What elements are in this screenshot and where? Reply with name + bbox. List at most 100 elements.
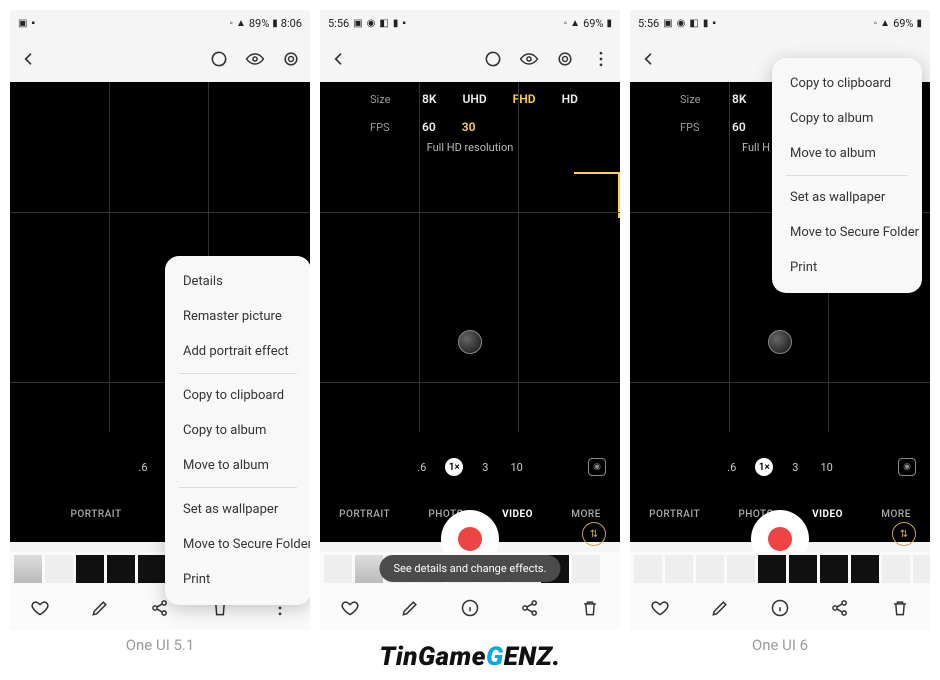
status-bar: ▣ ▪ ◦ ▲ 89% ▮ 8:06 (10, 10, 310, 36)
fps-60[interactable]: 60 (732, 120, 746, 134)
wifi-icon: ◦ (874, 18, 878, 29)
menu-secure-folder[interactable]: Move to Secure Folder (165, 527, 310, 562)
menu-copy-clipboard[interactable]: Copy to clipboard (165, 378, 310, 413)
thumbnail[interactable] (789, 555, 817, 583)
menu-move-album[interactable]: Move to album (772, 136, 922, 171)
menu-copy-album[interactable]: Copy to album (772, 101, 922, 136)
menu-details[interactable]: Details (165, 264, 310, 299)
app-icon: ◧ (689, 18, 698, 29)
mode-portrait[interactable]: PORTRAIT (71, 509, 122, 520)
menu-copy-album[interactable]: Copy to album (165, 413, 310, 448)
overflow-menu: Copy to clipboard Copy to album Move to … (772, 58, 922, 293)
thumbnail[interactable] (820, 555, 848, 583)
thumbnail[interactable] (45, 555, 73, 583)
heart-icon[interactable] (339, 597, 361, 619)
eye-icon[interactable] (518, 48, 540, 70)
focus-icon (768, 330, 792, 354)
back-icon[interactable] (18, 48, 40, 70)
battery-icon: ▮ (606, 18, 612, 29)
menu-portrait-effect[interactable]: Add portrait effect (165, 334, 310, 369)
switch-camera-icon[interactable]: ⇅ (892, 522, 916, 546)
spiral-icon[interactable] (280, 48, 302, 70)
heart-icon[interactable] (29, 597, 51, 619)
remaster-icon[interactable] (208, 48, 230, 70)
thumbnail[interactable] (14, 555, 42, 583)
focus-box-icon[interactable]: ◉ (588, 458, 606, 476)
size-uhd[interactable]: UHD (462, 92, 486, 106)
mode-video[interactable]: VIDEO (812, 509, 843, 520)
thumbnail[interactable] (572, 555, 600, 583)
zoom-1x[interactable]: 1× (755, 458, 773, 476)
signal-icon: ▲ (236, 18, 246, 29)
thumbnail[interactable] (851, 555, 879, 583)
back-icon[interactable] (328, 48, 350, 70)
focus-box-icon[interactable]: ◉ (898, 458, 916, 476)
clock-text: 5:56 (328, 17, 349, 30)
thumbnail[interactable] (665, 555, 693, 583)
size-8k[interactable]: 8K (422, 92, 436, 106)
menu-print[interactable]: Print (772, 250, 922, 285)
size-hd[interactable]: HD (562, 92, 578, 106)
zoom-10[interactable]: 10 (817, 459, 835, 476)
mode-portrait[interactable]: PORTRAIT (339, 509, 390, 520)
phone-one-ui-6: 5:56 ▣ ◉ ◧ ▮ ▪ ◦ ▲ 69% ▮ Size 8K (630, 10, 930, 630)
mode-more[interactable]: MORE (881, 509, 911, 520)
menu-wallpaper[interactable]: Set as wallpaper (772, 180, 922, 215)
fps-30[interactable]: 30 (462, 120, 476, 134)
thumbnail-strip[interactable] (630, 552, 930, 586)
edit-icon[interactable] (709, 597, 731, 619)
spiral-icon[interactable] (554, 48, 576, 70)
menu-copy-clipboard[interactable]: Copy to clipboard (772, 66, 922, 101)
menu-move-album[interactable]: Move to album (165, 448, 310, 483)
back-icon[interactable] (638, 48, 660, 70)
thumbnail[interactable] (76, 555, 104, 583)
share-icon[interactable] (829, 597, 851, 619)
size-fhd[interactable]: FHD (513, 92, 536, 106)
fps-60[interactable]: 60 (422, 120, 436, 134)
bottom-toolbar (630, 586, 930, 630)
menu-remaster[interactable]: Remaster picture (165, 299, 310, 334)
app-icon: ▪ (31, 18, 35, 29)
heart-icon[interactable] (649, 597, 671, 619)
more-icon[interactable] (590, 48, 612, 70)
thumbnail[interactable] (913, 555, 930, 583)
thumbnail[interactable] (634, 555, 662, 583)
thumbnail[interactable] (727, 555, 755, 583)
thumbnail[interactable] (696, 555, 724, 583)
resolution-text: Full HD resolution (320, 141, 620, 154)
zoom-1x[interactable]: 1× (445, 458, 463, 476)
mode-portrait[interactable]: PORTRAIT (649, 509, 700, 520)
switch-camera-icon[interactable]: ⇅ (582, 522, 606, 546)
zoom-06[interactable]: .6 (414, 459, 429, 476)
thumbnail[interactable] (138, 555, 166, 583)
zoom-10[interactable]: 10 (507, 459, 525, 476)
menu-wallpaper[interactable]: Set as wallpaper (165, 492, 310, 527)
menu-secure-folder[interactable]: Move to Secure Folder (772, 215, 922, 250)
zoom-06[interactable]: .6 (135, 459, 150, 476)
thumbnail[interactable] (107, 555, 135, 583)
menu-print[interactable]: Print (165, 562, 310, 597)
mode-more[interactable]: MORE (571, 509, 601, 520)
mode-video[interactable]: VIDEO (502, 509, 533, 520)
thumbnail[interactable] (882, 555, 910, 583)
tooltip: See details and change effects. (379, 555, 560, 582)
thumbnail[interactable] (758, 555, 786, 583)
trash-icon[interactable] (579, 597, 601, 619)
size-8k[interactable]: 8K (732, 92, 746, 106)
clock-text: 5:56 (638, 17, 659, 30)
trash-icon[interactable] (889, 597, 911, 619)
info-icon[interactable] (459, 597, 481, 619)
edit-icon[interactable] (399, 597, 421, 619)
overflow-menu: Details Remaster picture Add portrait ef… (165, 256, 310, 605)
thumbnail[interactable] (324, 555, 352, 583)
info-icon[interactable] (769, 597, 791, 619)
share-icon[interactable] (519, 597, 541, 619)
zoom-06[interactable]: .6 (724, 459, 739, 476)
edit-icon[interactable] (89, 597, 111, 619)
zoom-3[interactable]: 3 (479, 459, 491, 476)
zoom-3[interactable]: 3 (789, 459, 801, 476)
eye-icon[interactable] (244, 48, 266, 70)
wifi-icon: ◦ (229, 18, 233, 29)
remaster-icon[interactable] (482, 48, 504, 70)
fps-label: FPS (370, 121, 396, 134)
